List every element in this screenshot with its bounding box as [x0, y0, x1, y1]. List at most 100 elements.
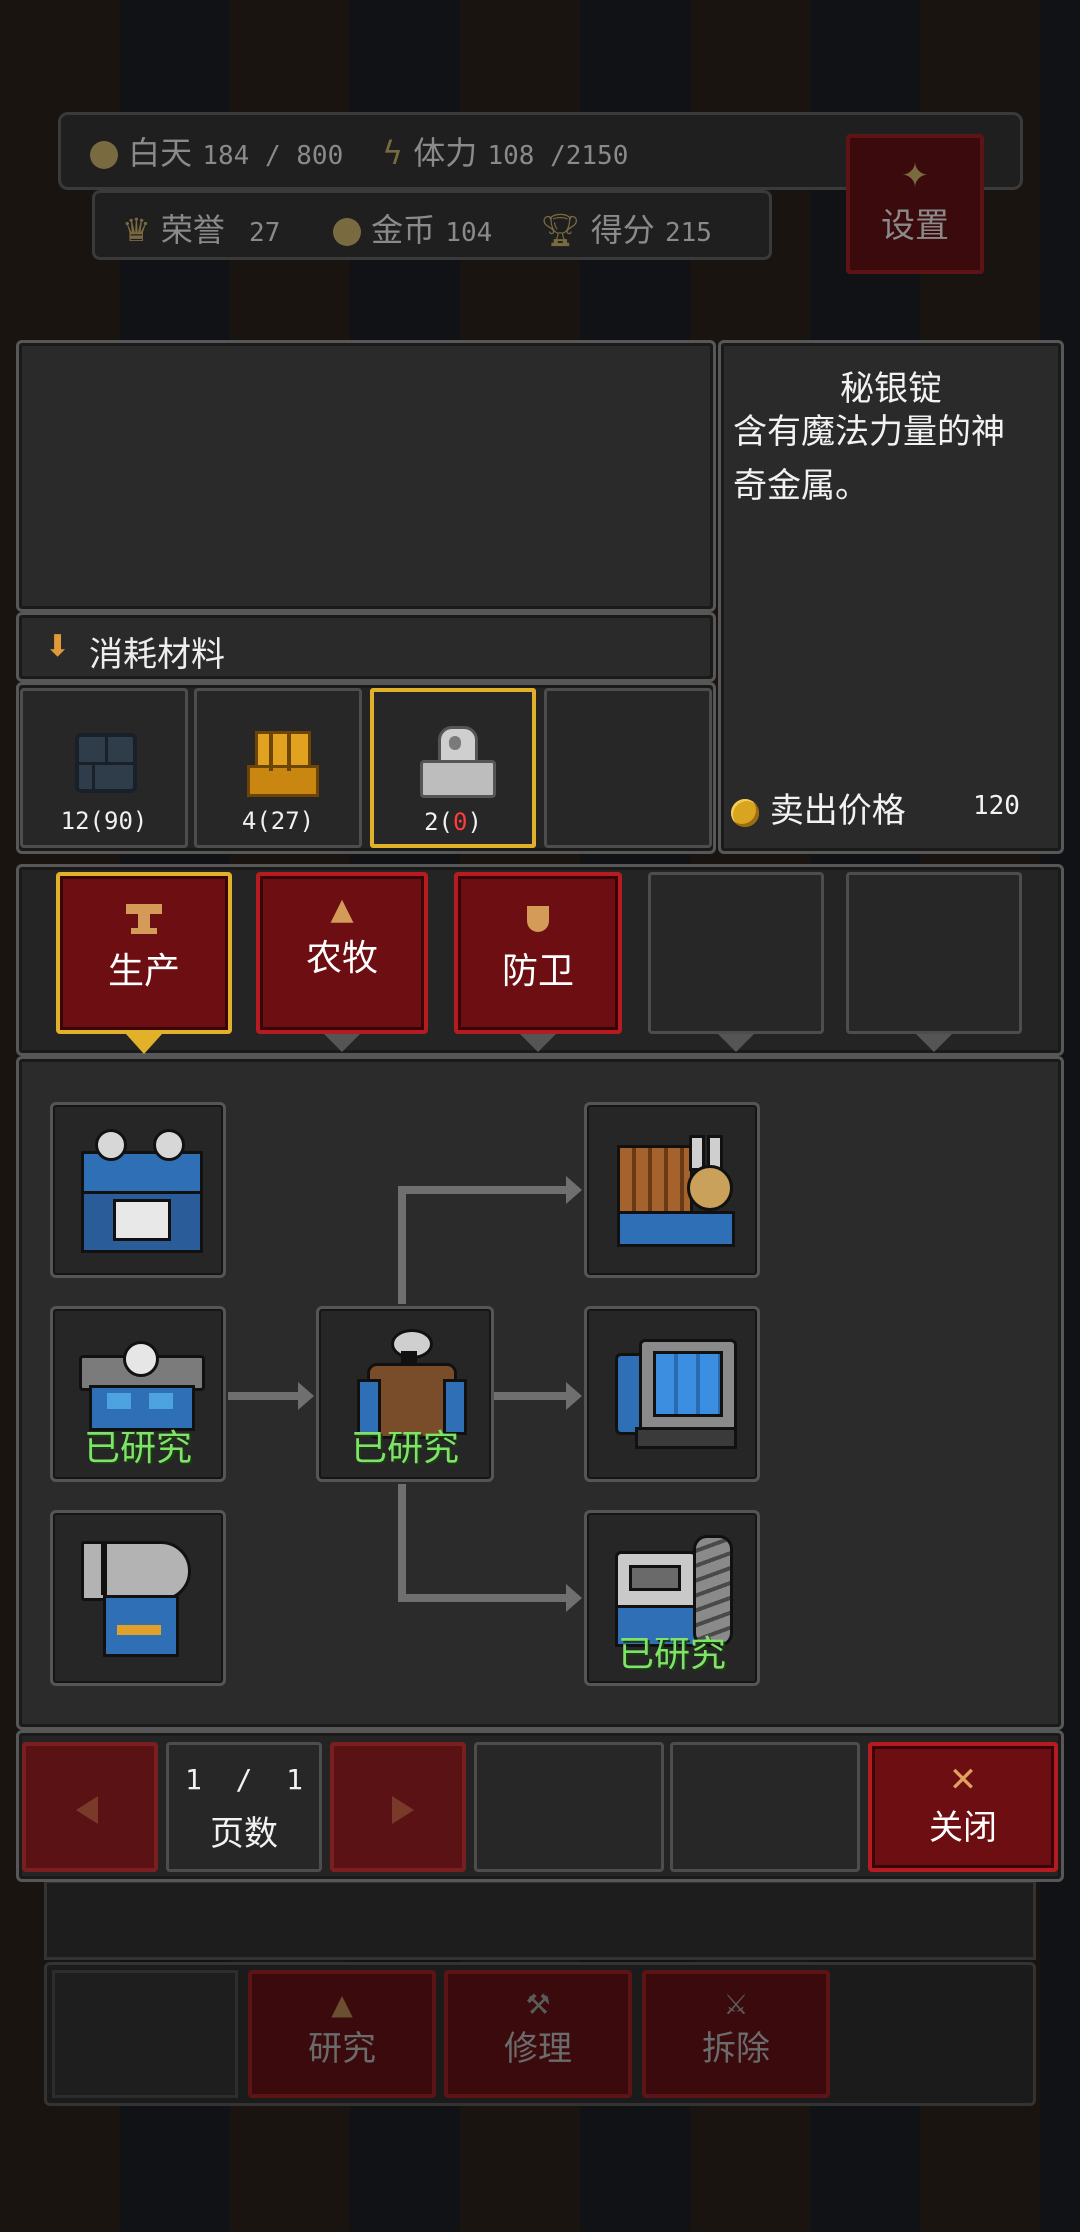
glass-machine-icon — [615, 1339, 737, 1449]
tab-production[interactable]: 生产 — [56, 872, 232, 1034]
connector-line — [494, 1392, 568, 1400]
pager-empty-slot — [474, 1742, 664, 1872]
tech-node-forge[interactable] — [50, 1102, 226, 1278]
tech-node-smelter[interactable]: 已研究 — [316, 1306, 494, 1482]
tech-node-drill[interactable]: 已研究 — [584, 1510, 760, 1686]
demolish-label: 拆除 — [702, 2029, 770, 2069]
shield-icon — [527, 906, 549, 932]
sell-label: 卖出价格 — [769, 791, 906, 831]
tab-label: 生产 — [107, 951, 180, 992]
gold-coin-icon — [731, 798, 759, 827]
sell-value: 120 — [973, 791, 1020, 821]
tab-label: 防卫 — [501, 951, 574, 992]
anvil-machine-icon — [81, 1541, 201, 1657]
tab-farming[interactable]: ▲ 农牧 — [256, 872, 428, 1034]
connector-arrowhead — [298, 1382, 314, 1410]
tab-empty-5 — [846, 872, 1022, 1034]
wrench-icon: ✦ — [900, 156, 930, 196]
tab-pointer — [718, 1034, 754, 1052]
material-count-suffix: ) — [467, 808, 482, 836]
connector-line — [398, 1186, 568, 1194]
item-name: 秘银锭 — [840, 369, 942, 409]
material-count: 12(90) — [60, 807, 148, 835]
tab-pointer — [324, 1034, 360, 1052]
gold-label: 金币 — [371, 211, 436, 249]
connector-arrowhead — [566, 1176, 582, 1204]
material-count: 2(0) — [374, 808, 532, 836]
close-label: 关闭 — [929, 1808, 997, 1848]
score-indicator: 🏆︎ 得分 215 — [540, 205, 712, 251]
tab-pointer — [916, 1034, 952, 1052]
tree-icon: ▲ — [330, 892, 354, 927]
score-label: 得分 — [590, 211, 655, 249]
stamina-label: 体力 — [413, 134, 478, 172]
item-info-panel: 秘银锭 含有魔法力量的神奇金属。 卖出价格 120 — [718, 340, 1064, 854]
anvil-icon — [126, 904, 162, 934]
stamina-value: 108 /2150 — [487, 141, 629, 171]
material-slot-empty[interactable] — [544, 688, 712, 848]
triangle-right-icon — [392, 1796, 414, 1824]
stamina-indicator: ϟ 体力 108 /2150 — [382, 128, 628, 174]
tab-pointer — [520, 1034, 556, 1052]
stamina-bolt-icon: ϟ — [382, 134, 404, 172]
gold-indicator: 金币 104 — [333, 205, 492, 251]
research-button[interactable]: ▲ 研究 — [248, 1970, 436, 2098]
demolish-button[interactable]: ⚔ 拆除 — [642, 1970, 830, 2098]
researched-label: 已研究 — [350, 1428, 459, 1469]
connector-line — [228, 1392, 302, 1400]
materials-header: ⬇ 消耗材料 — [16, 612, 716, 682]
gold-coin-icon — [333, 218, 361, 246]
gold-ingot-icon — [247, 723, 319, 797]
tech-node-anvil[interactable] — [50, 1510, 226, 1686]
honor-value: 27 — [249, 218, 281, 248]
trophy-icon: 🏆︎ — [540, 211, 581, 249]
day-label: 白天 — [128, 134, 193, 172]
connector-line — [398, 1484, 406, 1602]
honor-indicator: ♛ 荣誉 27 — [122, 205, 280, 251]
tech-node-workbench[interactable]: 已研究 — [50, 1306, 226, 1482]
axe-icon: ⚔ — [723, 1988, 749, 2021]
researched-label: 已研究 — [617, 1634, 726, 1675]
prev-page-button[interactable] — [22, 1742, 158, 1872]
triangle-left-icon — [76, 1796, 98, 1824]
settings-button[interactable]: ✦ 设置 — [846, 134, 984, 274]
hammer-icon: ⚒ — [525, 1988, 551, 2021]
material-count-prefix: 2( — [424, 808, 453, 836]
repair-button[interactable]: ⚒ 修理 — [444, 1970, 632, 2098]
score-value: 215 — [664, 218, 712, 248]
pager-empty-slot — [670, 1742, 860, 1872]
connector-line — [398, 1186, 406, 1304]
research-label: 研究 — [308, 2029, 376, 2069]
gold-value: 104 — [445, 218, 493, 248]
tech-node-loom[interactable] — [584, 1102, 760, 1278]
close-button[interactable]: ✕ 关闭 — [868, 1742, 1058, 1872]
day-sun-icon — [90, 141, 118, 169]
item-preview-panel — [16, 340, 716, 612]
connector-arrowhead — [566, 1382, 582, 1410]
crown-icon: ♛ — [122, 211, 151, 249]
arrow-down-icon: ⬇ — [45, 629, 71, 664]
workbench-icon — [79, 1335, 205, 1431]
honor-label: 荣誉 — [160, 211, 225, 249]
page-indicator: 1 / 1 页数 — [166, 1742, 322, 1872]
tab-defense[interactable]: 防卫 — [454, 872, 622, 1034]
settings-label: 设置 — [881, 206, 949, 246]
materials-header-label: 消耗材料 — [89, 635, 225, 675]
day-value: 184 / 800 — [202, 141, 344, 171]
silver-ore-icon — [420, 726, 496, 798]
connector-arrowhead — [566, 1584, 582, 1612]
researched-label: 已研究 — [83, 1428, 192, 1469]
tech-node-glass-machine[interactable] — [584, 1306, 760, 1482]
next-page-button[interactable] — [330, 1742, 466, 1872]
page-number: 1 / 1 — [184, 1763, 303, 1796]
loom-icon — [617, 1135, 735, 1247]
forge-icon — [81, 1129, 203, 1253]
material-slot-stone[interactable]: 12(90) — [20, 688, 188, 848]
material-slot-silver[interactable]: 2(0) — [370, 688, 536, 848]
tab-selected-pointer — [126, 1034, 162, 1054]
bottom-empty-slot — [52, 1970, 238, 2098]
day-indicator: 白天 184 / 800 — [90, 128, 343, 174]
item-description: 含有魔法力量的神奇金属。 — [733, 412, 1005, 506]
material-count: 4(27) — [241, 807, 315, 835]
material-slot-gold[interactable]: 4(27) — [194, 688, 362, 848]
